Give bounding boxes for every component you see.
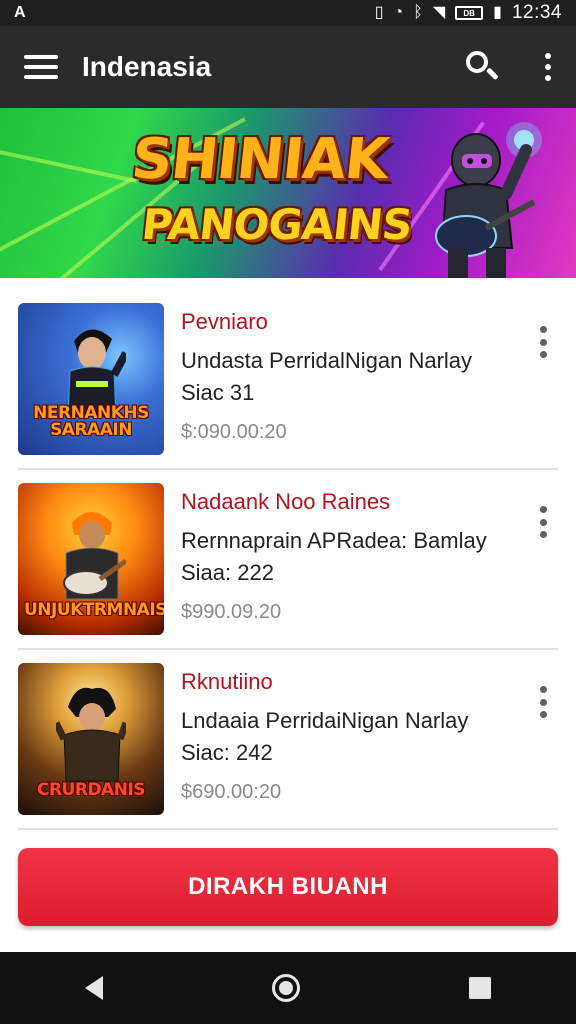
item-more-icon[interactable] (538, 686, 548, 718)
item-description: Undasta PerridalNigan Narlay (181, 348, 473, 373)
item-more-icon[interactable] (538, 326, 548, 358)
status-bar: A ▯ ◔ ᛒ ◥ DB ▮ 12:34 (0, 0, 576, 26)
primary-action-button[interactable]: DIRAKH BIUANH (18, 848, 558, 926)
item-thumbnail: CRURDANIS (18, 663, 164, 815)
alarm-icon: ◔ (393, 4, 404, 21)
clock: 12:34 (511, 2, 562, 23)
item-info: Pevniaro Undasta PerridalNigan Narlay Si… (181, 303, 558, 444)
thumbnail-caption: CRURDANIS (36, 780, 146, 800)
promo-banner[interactable]: SHINIAK PANOGAINS (0, 108, 576, 278)
signal-icon: ▮ (493, 4, 502, 21)
status-icons: ▯ ◔ ᛒ ◥ DB ▮ 12:34 (375, 2, 562, 24)
bluetooth-icon: ᛒ (413, 4, 423, 21)
banner-title: SHINIAK (128, 127, 391, 192)
product-list: NERNANKHS SARAAIN Pevniaro Undasta Perri… (0, 290, 576, 830)
search-icon[interactable] (464, 49, 500, 85)
item-description: Rernnaprain APRadea: Bamlay (181, 528, 487, 553)
guitarist-figure-icon (435, 122, 542, 278)
item-thumbnail: NERNANKHS SARAAIN (18, 303, 164, 455)
list-item[interactable]: UNJUKTRMNAIS Nadaank Noo Raines Rernnapr… (18, 470, 558, 650)
item-info: Rknutiino Lndaaia PerridaiNigan Narlay S… (181, 663, 558, 804)
notification-icon: A (14, 4, 26, 21)
item-more-icon[interactable] (538, 506, 548, 538)
app-bar: Indenasia (0, 26, 576, 108)
thumbnail-caption: UNJUKTRMNAIS (24, 600, 164, 620)
system-nav-bar (0, 952, 576, 1024)
character-icon (63, 512, 126, 600)
item-description: Lndaaia PerridaiNigan Narlay (181, 708, 469, 733)
item-description-2: Siac 31 (181, 380, 255, 405)
battery-icon: DB (455, 6, 484, 20)
item-price: $690.00:20 (181, 781, 282, 803)
home-icon[interactable] (271, 974, 300, 1002)
thumbnail-caption: NERNANKHS SARAAIN (33, 403, 149, 440)
item-description-2: Siac: 242 (181, 740, 273, 765)
recent-apps-icon[interactable] (469, 977, 492, 999)
character-icon (56, 687, 126, 782)
item-info: Nadaank Noo Raines Rernnaprain APRadea: … (181, 483, 558, 624)
item-title: Pevniaro (181, 309, 268, 334)
list-item[interactable]: CRURDANIS Rknutiino Lndaaia PerridaiNiga… (18, 650, 558, 830)
list-item[interactable]: NERNANKHS SARAAIN Pevniaro Undasta Perri… (18, 290, 558, 470)
item-title: Nadaank Noo Raines (181, 489, 391, 514)
item-price: $:090.00:20 (181, 421, 287, 443)
phone-icon: ▯ (374, 4, 384, 21)
item-price: $990.09.20 (181, 601, 282, 623)
back-icon[interactable] (84, 976, 103, 1000)
item-description-2: Siaa: 222 (181, 560, 274, 585)
wifi-icon: ◥ (432, 4, 446, 21)
item-thumbnail: UNJUKTRMNAIS (18, 483, 164, 635)
menu-icon[interactable] (24, 55, 58, 79)
banner-subtitle: PANOGAINS (139, 200, 414, 249)
app-title: Indenasia (82, 51, 212, 82)
item-title: Rknutiino (181, 669, 273, 694)
more-vert-icon[interactable] (544, 53, 552, 81)
